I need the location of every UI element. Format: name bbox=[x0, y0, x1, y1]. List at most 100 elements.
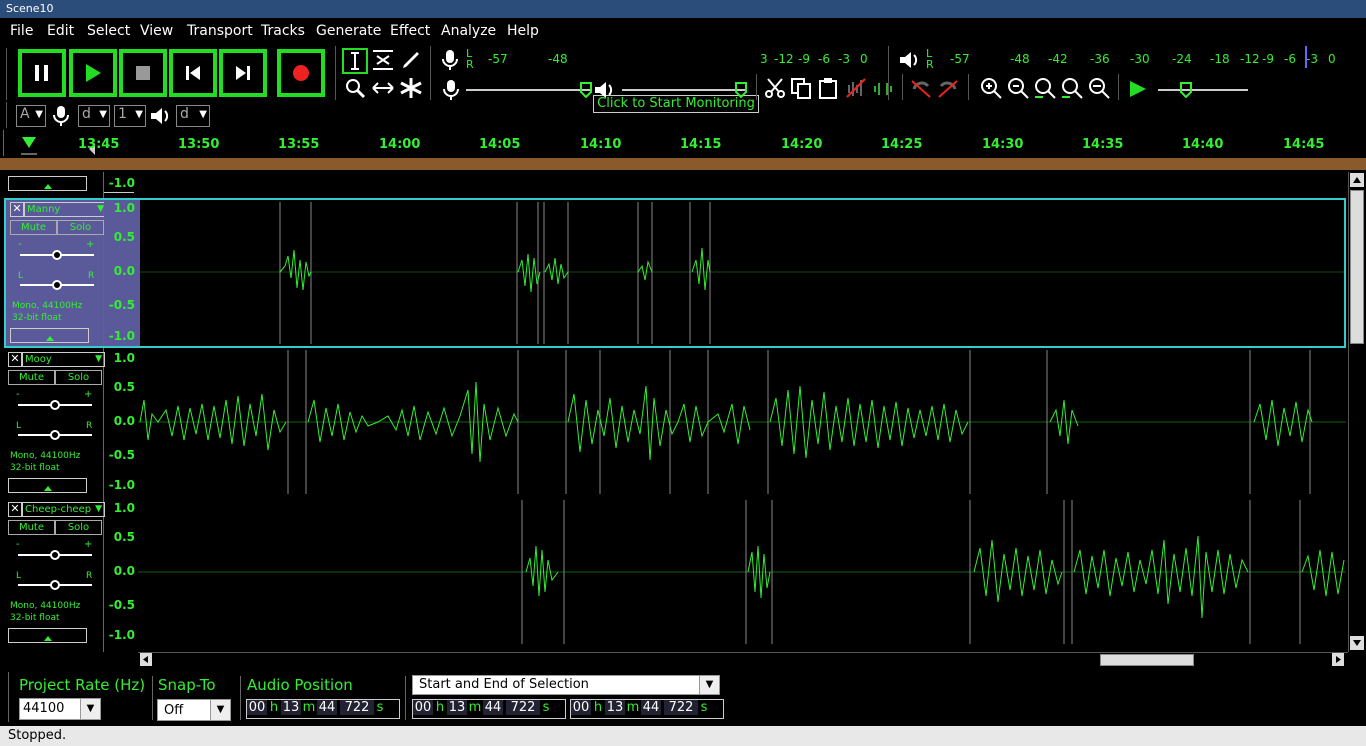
audio-position-time[interactable]: 00 h 13 m 44 722 s bbox=[246, 699, 400, 719]
track-cheep-cheep[interactable]: ✕ Cheep-cheep ▼ Mute Solo - + L R Mono, 4… bbox=[4, 500, 1346, 646]
zoom-toggle-icon[interactable] bbox=[1088, 77, 1110, 99]
recording-device-select[interactable]: d ▼ bbox=[78, 105, 110, 127]
menu-select[interactable]: Select bbox=[87, 23, 130, 39]
mute-button[interactable]: Mute bbox=[8, 520, 55, 535]
silence-audio-icon[interactable] bbox=[872, 77, 894, 99]
zoom-out-icon[interactable] bbox=[1007, 77, 1029, 99]
scroll-right-arrow-icon[interactable] bbox=[1332, 653, 1344, 666]
gain-pan-sliders[interactable]: - + L R bbox=[12, 388, 96, 448]
skip-end-button[interactable] bbox=[219, 49, 267, 97]
track-manny[interactable]: ✕ Manny ▼ Mute Solo - + L R Mono, 44100Hz… bbox=[4, 198, 1346, 348]
menu-effect[interactable]: Effect bbox=[390, 23, 430, 39]
menu-file[interactable]: File bbox=[10, 23, 33, 39]
redo-icon[interactable] bbox=[937, 77, 959, 99]
menu-analyze[interactable]: Analyze bbox=[441, 23, 496, 39]
pause-button[interactable] bbox=[18, 49, 66, 97]
close-track-button[interactable]: ✕ bbox=[8, 352, 22, 367]
timeline-options-icon[interactable] bbox=[20, 134, 38, 156]
close-track-button[interactable]: ✕ bbox=[10, 202, 24, 217]
recording-channels-select[interactable]: 1 ▼ bbox=[114, 105, 146, 127]
collapse-button[interactable] bbox=[10, 328, 89, 343]
menu-edit[interactable]: Edit bbox=[47, 23, 74, 39]
close-track-button[interactable]: ✕ bbox=[8, 502, 22, 517]
menu-help[interactable]: Help bbox=[507, 23, 539, 39]
stop-button[interactable] bbox=[119, 49, 167, 97]
vertical-ruler[interactable]: 1.0 0.5 0.0 -0.5 -1.0 bbox=[104, 350, 138, 496]
collapse-button[interactable] bbox=[8, 478, 87, 493]
fit-project-icon[interactable] bbox=[1061, 77, 1083, 99]
timeshift-tool-icon[interactable] bbox=[371, 77, 395, 99]
scroll-down-arrow-icon[interactable] bbox=[1350, 636, 1364, 650]
zoom-tool-icon[interactable] bbox=[344, 77, 366, 99]
record-meter[interactable]: -57 -48 3 -12 -9 -6 -3 0 bbox=[476, 52, 880, 66]
snap-to-select[interactable]: Off ▼ bbox=[157, 699, 231, 721]
scroll-up-arrow-icon[interactable] bbox=[1350, 173, 1364, 187]
menu-view[interactable]: View bbox=[140, 23, 173, 39]
microphone-icon[interactable] bbox=[440, 48, 460, 72]
scrub-bar[interactable] bbox=[0, 158, 1366, 170]
gain-pan-sliders[interactable]: - + L R bbox=[14, 238, 98, 298]
menu-tracks[interactable]: Tracks bbox=[261, 23, 305, 39]
solo-button[interactable]: Solo bbox=[55, 370, 102, 385]
waveform-mooy[interactable] bbox=[138, 350, 1346, 496]
trim-audio-icon[interactable] bbox=[845, 77, 867, 99]
play-speed-slider[interactable] bbox=[1158, 89, 1248, 91]
solo-button[interactable]: Solo bbox=[55, 520, 102, 535]
record-button[interactable] bbox=[277, 49, 325, 97]
vertical-ruler[interactable]: 1.0 0.5 0.0 -0.5 -1.0 bbox=[104, 500, 138, 646]
selection-start-time[interactable]: 00 h 13 m 44 722 s bbox=[412, 699, 566, 719]
multi-tool-icon[interactable] bbox=[399, 77, 423, 99]
track-name-menu[interactable]: Mooy ▼ bbox=[22, 352, 105, 367]
playback-device-select[interactable]: d ▼ bbox=[176, 105, 210, 127]
chevron-down-icon[interactable]: ▼ bbox=[80, 699, 100, 719]
ruler-tick: 14:35 bbox=[1082, 137, 1124, 152]
track-mooy[interactable]: ✕ Mooy ▼ Mute Solo - + L R Mono, 44100Hz 3… bbox=[4, 350, 1346, 496]
fit-selection-icon[interactable] bbox=[1034, 77, 1056, 99]
vertical-scrollbar[interactable] bbox=[1348, 172, 1364, 652]
menu-transport[interactable]: Transport bbox=[187, 23, 253, 39]
collapse-button[interactable] bbox=[8, 176, 87, 191]
audio-host-select[interactable]: A ▼ bbox=[16, 105, 46, 127]
selection-mode-select[interactable]: Start and End of Selection ▼ bbox=[412, 675, 720, 695]
playback-meter[interactable]: -57 -48 -42 -36 -30 -24 -18 -12 -9 -6 -3… bbox=[936, 46, 1356, 68]
track-name-menu[interactable]: Manny ▼ bbox=[24, 202, 107, 217]
solo-button[interactable]: Solo bbox=[57, 220, 104, 235]
track-name-menu[interactable]: Cheep-cheep ▼ bbox=[22, 502, 105, 517]
chevron-down-icon[interactable]: ▼ bbox=[699, 676, 719, 694]
vertical-ruler[interactable]: 1.0 0.5 0.0 -0.5 -1.0 bbox=[104, 200, 140, 346]
skip-start-button[interactable] bbox=[169, 49, 217, 97]
play-button[interactable] bbox=[69, 49, 117, 97]
speaker-icon[interactable] bbox=[898, 49, 922, 71]
draw-tool-icon[interactable] bbox=[399, 48, 423, 72]
pan-left-label: L bbox=[18, 271, 23, 281]
gain-pan-sliders[interactable]: - + L R bbox=[12, 538, 96, 598]
collapse-button[interactable] bbox=[8, 628, 87, 643]
play-at-speed-icon[interactable] bbox=[1128, 79, 1148, 99]
skip-end-icon bbox=[236, 66, 250, 80]
undo-icon[interactable] bbox=[910, 77, 932, 99]
record-volume-slider[interactable] bbox=[466, 89, 590, 91]
vertical-scroll-thumb[interactable] bbox=[1350, 190, 1364, 344]
zoom-in-icon[interactable] bbox=[980, 77, 1002, 99]
play-speed-thumb[interactable] bbox=[1180, 82, 1192, 98]
project-rate-select[interactable]: 44100 ▼ bbox=[19, 698, 101, 720]
timeline-ruler[interactable]: 13:45 13:50 13:55 14:00 14:05 14:10 14:1… bbox=[0, 130, 1366, 158]
waveform-manny[interactable] bbox=[140, 200, 1346, 346]
selection-tool-icon[interactable] bbox=[342, 48, 368, 74]
mute-button[interactable]: Mute bbox=[8, 370, 55, 385]
mute-button[interactable]: Mute bbox=[10, 220, 57, 235]
horizontal-scroll-thumb[interactable] bbox=[1100, 654, 1194, 666]
selection-end-time[interactable]: 00 h 13 m 44 722 s bbox=[570, 699, 724, 719]
envelope-tool-icon[interactable] bbox=[371, 48, 395, 72]
copy-icon[interactable] bbox=[790, 77, 812, 99]
playback-volume-thumb[interactable] bbox=[735, 82, 747, 98]
paste-icon[interactable] bbox=[817, 77, 839, 99]
horizontal-scrollbar[interactable] bbox=[138, 652, 1348, 666]
scroll-left-arrow-icon[interactable] bbox=[140, 653, 152, 666]
chevron-down-icon[interactable]: ▼ bbox=[210, 700, 230, 720]
playback-volume-slider[interactable] bbox=[622, 89, 746, 91]
menu-generate[interactable]: Generate bbox=[316, 23, 381, 39]
record-volume-thumb[interactable] bbox=[580, 82, 592, 98]
waveform-cheep-cheep[interactable] bbox=[138, 500, 1346, 646]
cut-icon[interactable] bbox=[764, 77, 786, 99]
